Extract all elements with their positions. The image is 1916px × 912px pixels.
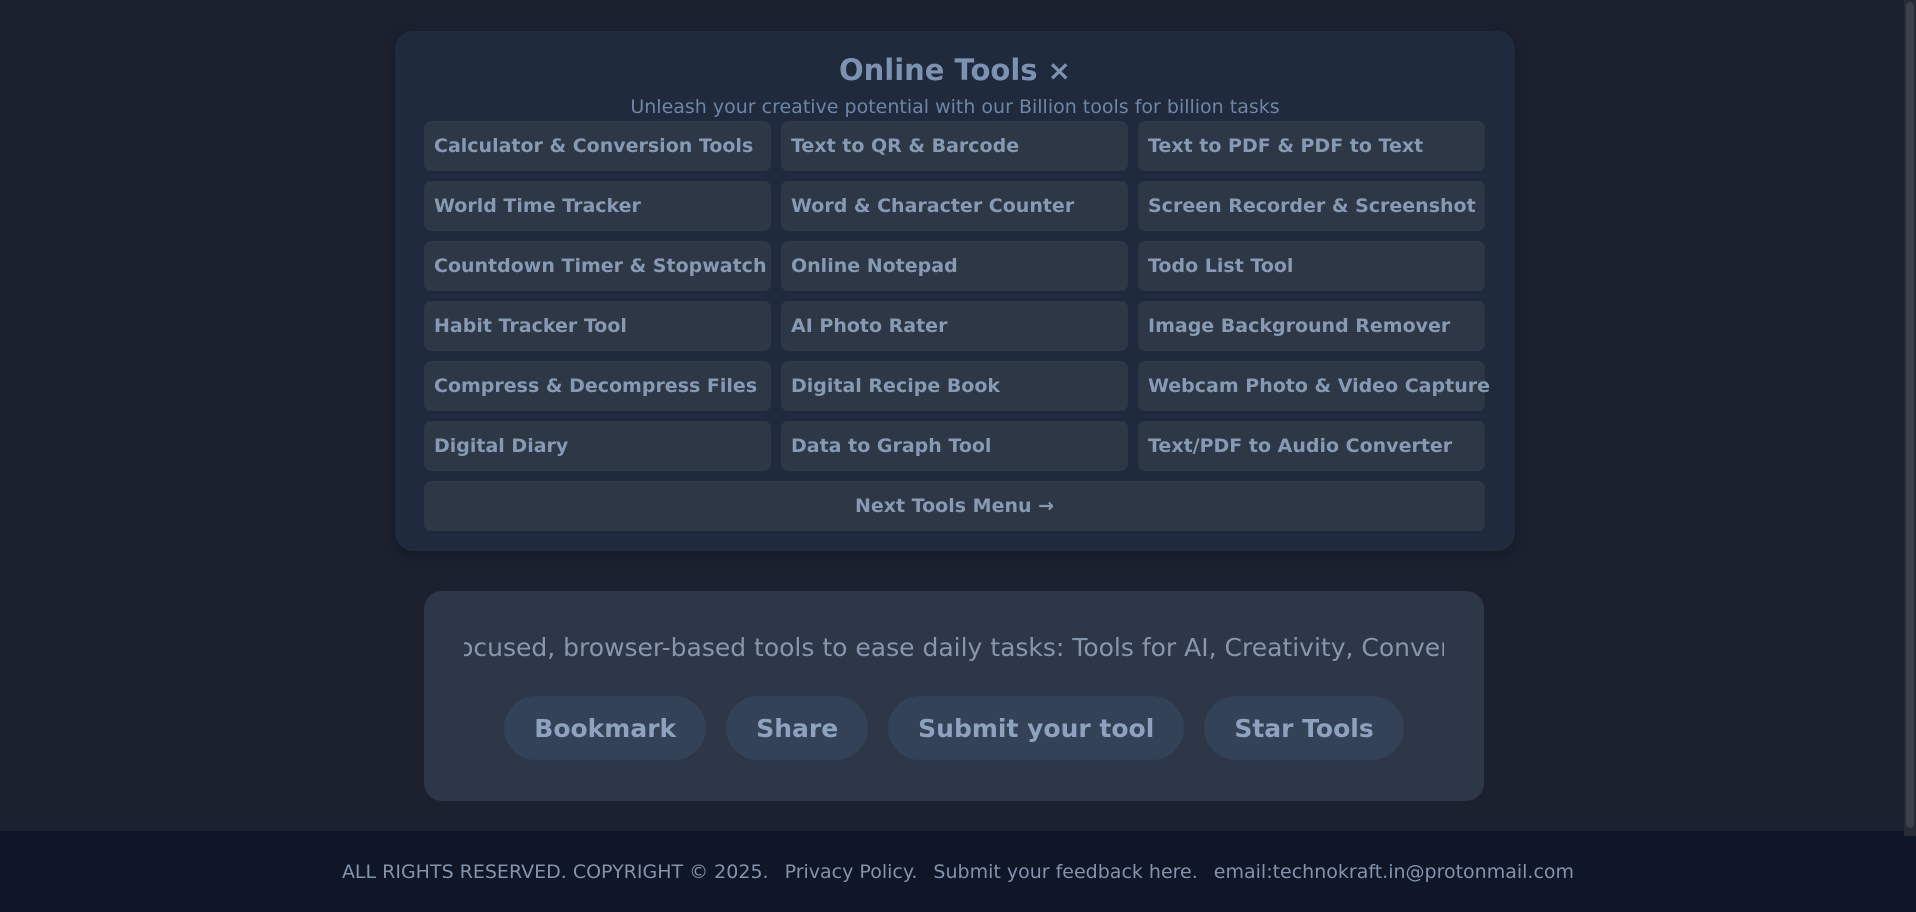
tool-button-recipe-book[interactable]: Digital Recipe Book	[781, 361, 1128, 411]
scrollbar-thumb[interactable]	[1906, 2, 1914, 828]
online-tools-panel: Online Tools × Unleash your creative pote…	[395, 31, 1515, 551]
star-tools-button[interactable]: Star Tools	[1204, 696, 1404, 760]
close-icon[interactable]: ×	[1048, 54, 1071, 87]
tool-button-webcam-capture[interactable]: Webcam Photo & Video Capture	[1138, 361, 1490, 411]
next-tools-menu-button[interactable]: Next Tools Menu →	[424, 481, 1485, 531]
panel-header: Online Tools ×	[395, 53, 1515, 87]
panel-subtitle: Unleash your creative potential with our…	[630, 96, 1280, 118]
marquee-text: privacy-focused, browser-based tools to …	[464, 633, 1444, 662]
tools-grid: Calculator & Conversion Tools Text to QR…	[424, 121, 1490, 531]
tool-button-qr-barcode[interactable]: Text to QR & Barcode	[781, 121, 1128, 171]
tool-button-background-remover[interactable]: Image Background Remover	[1138, 301, 1485, 351]
copyright-text: ALL RIGHTS RESERVED. COPYRIGHT © 2025.	[341, 860, 769, 883]
action-buttons: Bookmark Share Submit your tool Star Too…	[424, 696, 1484, 760]
scrollbar[interactable]	[1904, 0, 1916, 836]
share-button[interactable]: Share	[726, 696, 869, 760]
tool-button-screen-recorder[interactable]: Screen Recorder & Screenshot	[1138, 181, 1485, 231]
tool-button-ai-photo-rater[interactable]: AI Photo Rater	[781, 301, 1128, 351]
tool-button-notepad[interactable]: Online Notepad	[781, 241, 1128, 291]
info-card: privacy-focused, browser-based tools to …	[424, 591, 1484, 801]
tool-button-world-time[interactable]: World Time Tracker	[424, 181, 771, 231]
privacy-policy-link[interactable]: Privacy Policy.	[785, 861, 918, 883]
tool-button-habit-tracker[interactable]: Habit Tracker Tool	[424, 301, 771, 351]
tool-button-todo-list[interactable]: Todo List Tool	[1138, 241, 1485, 291]
tool-button-word-counter[interactable]: Word & Character Counter	[781, 181, 1128, 231]
feedback-link[interactable]: Submit your feedback here.	[933, 861, 1197, 883]
bookmark-button[interactable]: Bookmark	[504, 696, 707, 760]
footer: ALL RIGHTS RESERVED. COPYRIGHT © 2025. P…	[0, 831, 1916, 912]
tool-button-text-pdf[interactable]: Text to PDF & PDF to Text	[1138, 121, 1485, 171]
tool-button-countdown-timer[interactable]: Countdown Timer & Stopwatch	[424, 241, 771, 291]
marquee: privacy-focused, browser-based tools to …	[464, 629, 1444, 669]
email-link[interactable]: email:technokraft.in@protonmail.com	[1214, 861, 1574, 883]
tool-button-data-graph[interactable]: Data to Graph Tool	[781, 421, 1128, 471]
tool-button-digital-diary[interactable]: Digital Diary	[424, 421, 771, 471]
tool-button-text-audio[interactable]: Text/PDF to Audio Converter	[1138, 421, 1485, 471]
tool-button-compress-files[interactable]: Compress & Decompress Files	[424, 361, 771, 411]
submit-tool-button[interactable]: Submit your tool	[888, 696, 1185, 760]
panel-title: Online Tools	[838, 53, 1038, 87]
tool-button-calculator[interactable]: Calculator & Conversion Tools	[424, 121, 771, 171]
